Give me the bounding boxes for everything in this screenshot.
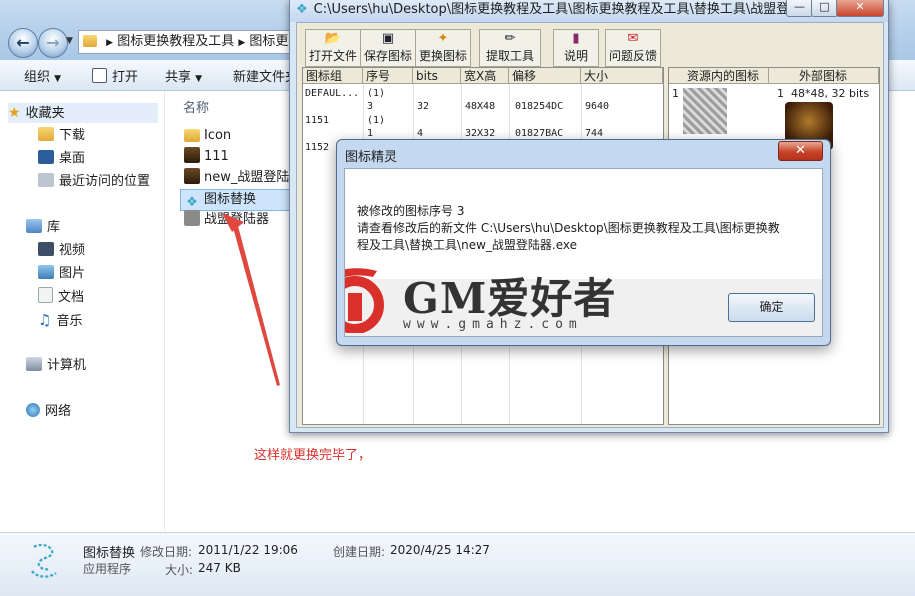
dialog-message-line: 请查看修改后的新文件 C:\Users\hu\Desktop\图标更换教程及工具… [357, 221, 780, 235]
button-label: 问题反馈 [608, 49, 657, 63]
table-cell: 32X32 [465, 128, 496, 139]
book-icon: ▮ [572, 31, 580, 46]
watermark-url: www.gmahz.com [403, 317, 583, 332]
maximize-icon: □ [819, 0, 830, 13]
table-cell: 32 [417, 101, 430, 112]
table-cell: 01827BAC [515, 128, 564, 139]
table-cell: (1) [367, 88, 386, 99]
tool-title: C:\Users\hu\Desktop\图标更换教程及工具\图标更换教程及工具\… [313, 2, 802, 17]
column-header[interactable]: 外部图标 [769, 68, 879, 84]
save-icon-button[interactable]: ▣ 保存图标 [360, 29, 416, 67]
table-cell: 744 [585, 128, 604, 139]
table-cell: 9640 [585, 101, 610, 112]
open-folder-icon: 📂 [324, 31, 342, 46]
column-header[interactable]: 图标组 [303, 68, 363, 84]
table-cell: 1 [367, 128, 374, 139]
dialog-title: 图标精灵 [345, 150, 398, 165]
created-value: 2020/4/25 14:27 [390, 543, 490, 557]
dialog-content: 被修改的图标序号 3 请查看修改后的新文件 C:\Users\hu\Deskto… [344, 168, 823, 337]
button-label: 保存图标 [363, 49, 412, 63]
extract-tool-button[interactable]: ✏ 提取工具 [479, 29, 541, 67]
column-header[interactable]: 资源内的图标 [669, 68, 769, 84]
column-header[interactable]: 序号 [363, 68, 413, 84]
minimize-button[interactable]: — [786, 0, 813, 17]
button-label: 打开文件 [308, 49, 357, 63]
table-cell: 4 [417, 128, 424, 139]
internal-icon-index: 1 [672, 87, 679, 100]
close-icon: ✕ [855, 0, 865, 13]
details-file-name: 图标替换 [83, 546, 136, 561]
help-button[interactable]: ▮ 说明 [553, 29, 599, 67]
size-label: 大小: [165, 563, 194, 577]
column-header[interactable]: 宽X高 [461, 68, 509, 84]
column-header[interactable]: bits [413, 68, 461, 84]
minimize-icon: — [794, 0, 805, 13]
icon-tool-large-icon [31, 543, 57, 578]
button-label: 提取工具 [485, 49, 534, 63]
maximize-button[interactable]: □ [811, 0, 838, 17]
close-button[interactable]: ✕ [836, 0, 884, 17]
modified-label: 修改日期: [140, 545, 193, 559]
feedback-icon: ✉ [627, 31, 639, 46]
table-cell: 1152 [305, 142, 330, 153]
ok-button[interactable]: 确定 [728, 293, 815, 322]
details-file-type: 应用程序 [83, 562, 132, 576]
button-label: 更换图标 [418, 49, 467, 63]
table-cell: 3 [367, 101, 374, 112]
dialog-close-button[interactable]: ✕ [778, 141, 823, 161]
external-icon-info: 48*48, 32 bits [791, 87, 870, 100]
replace-icon: ✦ [437, 31, 449, 46]
open-file-button[interactable]: 📂 打开文件 [305, 29, 361, 67]
external-icon-index: 1 [777, 87, 784, 100]
gm-logo-icon [345, 268, 384, 333]
button-label: 说明 [563, 49, 588, 63]
feedback-button[interactable]: ✉ 问题反馈 [605, 29, 661, 67]
column-header[interactable]: 大小 [581, 68, 663, 84]
size-value: 247 KB [198, 561, 241, 575]
replace-icon-button[interactable]: ✦ 更换图标 [415, 29, 471, 67]
eyedropper-icon: ✏ [504, 31, 516, 46]
annotation-text: 这样就更换完毕了， [254, 448, 372, 463]
table-cell: 018254DC [515, 101, 564, 112]
app-icon: ❖ [296, 2, 308, 17]
internal-icon-preview[interactable] [683, 88, 727, 134]
dialog-message-line: 被修改的图标序号 3 [357, 204, 465, 218]
column-header[interactable]: 偏移 [509, 68, 581, 84]
table-cell: DEFAUL... [305, 88, 360, 99]
close-icon: ✕ [795, 143, 806, 158]
table-cell: (1) [367, 115, 386, 126]
created-label: 创建日期: [333, 545, 386, 559]
floppy-disk-icon: ▣ [381, 31, 395, 46]
dialog-message-line: 程及工具\替换工具\new_战盟登陆器.exe [357, 238, 577, 252]
details-pane: 图标替换 应用程序 修改日期: 2011/1/22 19:06 大小: 247 … [0, 532, 915, 596]
table-cell: 48X48 [465, 101, 496, 112]
table-cell: 1151 [305, 115, 330, 126]
modified-value: 2011/1/22 19:06 [198, 543, 298, 557]
message-dialog: 图标精灵 ✕ 被修改的图标序号 3 请查看修改后的新文件 C:\Users\hu… [336, 139, 831, 346]
